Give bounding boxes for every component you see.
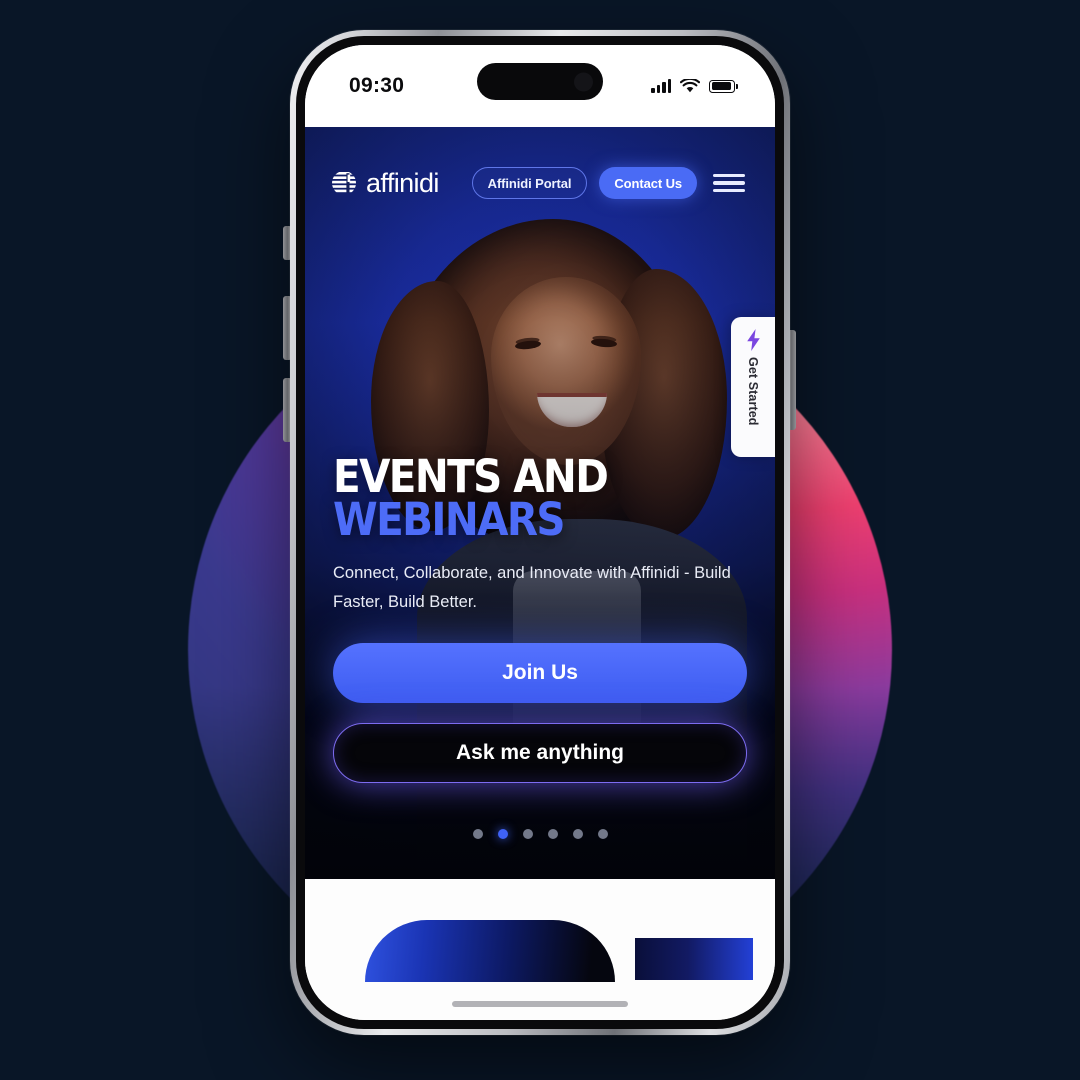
site-navbar: affinidi Affinidi Portal Contact Us	[305, 155, 775, 211]
home-indicator-bar	[452, 1001, 628, 1007]
carousel-dot[interactable]	[547, 829, 558, 839]
carousel-dot[interactable]	[472, 829, 483, 839]
status-bar-icons	[651, 78, 738, 94]
affinidi-logo-text: affinidi	[366, 167, 439, 198]
hero-headline: EVENTS AND WEBINARS	[333, 449, 747, 547]
wifi-icon	[680, 78, 700, 92]
phone-bezel: 09:30 affinidi Affinidi Portal Contact U…	[296, 36, 784, 1029]
cellular-signal-icon	[651, 79, 671, 93]
hero-section: affinidi Affinidi Portal Contact Us Get …	[305, 127, 775, 879]
decorative-dome-shape	[365, 920, 615, 982]
hero-headline-line-2: WEBINARS	[333, 493, 566, 547]
contact-us-button[interactable]: Contact Us	[599, 167, 697, 199]
status-bar-time: 09:30	[349, 74, 405, 97]
hero-content: EVENTS AND WEBINARS Connect, Collaborate…	[333, 449, 747, 783]
affinidi-logo[interactable]: affinidi	[331, 168, 439, 199]
dynamic-island	[477, 63, 603, 100]
affinidi-logo-mark	[331, 170, 357, 196]
phone-frame: 09:30 affinidi Affinidi Portal Contact U…	[290, 30, 790, 1035]
front-camera-icon	[574, 72, 593, 91]
lightning-bolt-icon	[746, 329, 760, 351]
carousel-dot[interactable]	[572, 829, 583, 839]
screenshot-stage: 09:30 affinidi Affinidi Portal Contact U…	[0, 0, 1080, 1080]
decorative-gradient-card	[635, 938, 753, 980]
affinidi-portal-button[interactable]: Affinidi Portal	[471, 167, 588, 199]
get-started-tab-label: Get Started	[746, 357, 760, 426]
next-section	[305, 879, 775, 1020]
phone-screen: 09:30 affinidi Affinidi Portal Contact U…	[305, 45, 775, 1020]
ask-me-anything-button[interactable]: Ask me anything	[333, 723, 747, 783]
hero-subcopy: Connect, Collaborate, and Innovate with …	[333, 564, 731, 612]
get-started-tab[interactable]: Get Started	[731, 317, 775, 457]
battery-icon	[709, 79, 738, 93]
carousel-dot[interactable]	[597, 829, 608, 839]
hero-headline-line-1: EVENTS AND	[333, 449, 609, 503]
carousel-dot[interactable]	[522, 829, 533, 839]
carousel-dot-active[interactable]	[497, 829, 508, 839]
hamburger-menu-icon[interactable]	[713, 171, 745, 195]
join-us-button[interactable]: Join Us	[333, 643, 747, 703]
hero-carousel-dots	[305, 829, 775, 839]
status-bar: 09:30	[305, 45, 775, 127]
